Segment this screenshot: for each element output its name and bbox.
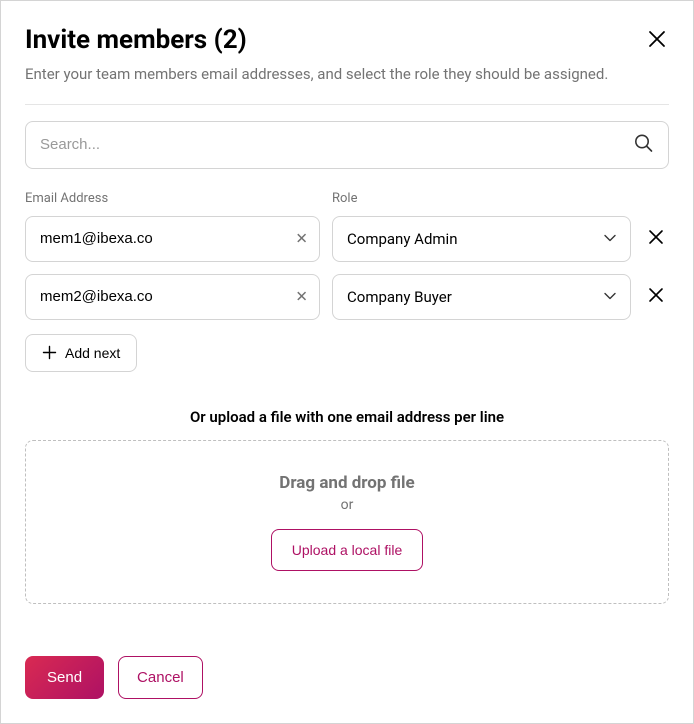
add-next-label: Add next <box>65 345 120 361</box>
email-field[interactable] <box>25 216 320 262</box>
close-icon <box>647 228 665 246</box>
role-select[interactable]: Company Admin <box>332 216 631 262</box>
plus-icon <box>42 345 57 360</box>
dialog-title: Invite members (2) <box>25 25 247 55</box>
cancel-button[interactable]: Cancel <box>118 656 203 699</box>
add-next-button[interactable]: Add next <box>25 334 137 372</box>
role-value: Company Admin <box>347 230 458 248</box>
member-row: ✕ Company Buyer <box>25 274 669 320</box>
divider <box>25 104 669 105</box>
dropzone-or: or <box>46 497 648 513</box>
remove-row-button[interactable] <box>643 224 669 254</box>
role-value: Company Buyer <box>347 288 452 306</box>
close-icon <box>647 29 667 49</box>
upload-heading: Or upload a file with one email address … <box>25 408 669 426</box>
search-icon[interactable] <box>634 133 653 156</box>
close-icon <box>647 286 665 304</box>
email-field[interactable] <box>25 274 320 320</box>
dialog-subtitle: Enter your team members email addresses,… <box>25 63 669 86</box>
dropzone-title: Drag and drop file <box>46 473 648 493</box>
role-select[interactable]: Company Buyer <box>332 274 631 320</box>
close-button[interactable] <box>645 27 669 55</box>
member-row: ✕ Company Admin <box>25 216 669 262</box>
email-column-label: Email Address <box>25 191 320 206</box>
remove-row-button[interactable] <box>643 282 669 312</box>
file-dropzone[interactable]: Drag and drop file or Upload a local fil… <box>25 440 669 604</box>
upload-local-file-button[interactable]: Upload a local file <box>271 529 424 571</box>
send-button[interactable]: Send <box>25 656 104 699</box>
role-column-label: Role <box>332 191 669 206</box>
clear-icon[interactable]: ✕ <box>295 231 308 246</box>
clear-icon[interactable]: ✕ <box>295 289 308 304</box>
search-input[interactable] <box>25 121 669 169</box>
